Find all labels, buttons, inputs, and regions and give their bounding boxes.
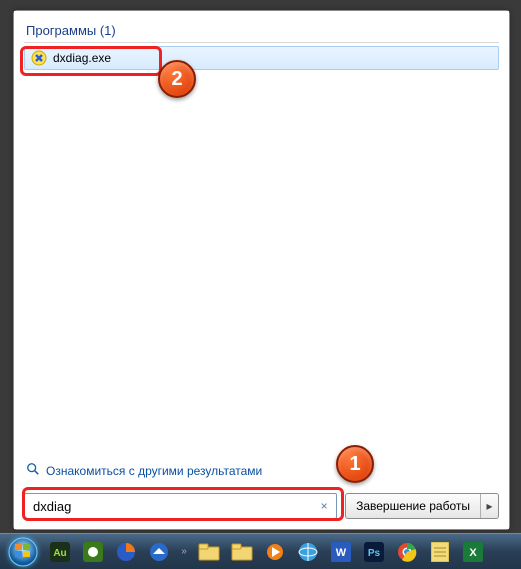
search-box[interactable]: × <box>24 493 337 519</box>
annotation-badge-2: 2 <box>158 60 196 98</box>
taskbar-explorer2-icon[interactable] <box>227 538 257 566</box>
dxdiag-icon <box>31 50 47 66</box>
taskbar-chrome-icon[interactable] <box>392 538 422 566</box>
more-results-link[interactable]: Ознакомиться с другими результатами <box>24 456 499 485</box>
taskbar-excel-icon[interactable]: X <box>458 538 488 566</box>
svg-text:Ps: Ps <box>368 548 381 559</box>
shutdown-button[interactable]: Завершение работы ▸ <box>345 493 499 519</box>
taskbar-notes-icon[interactable] <box>425 538 455 566</box>
bottom-bar: × Завершение работы ▸ <box>14 485 509 529</box>
results-panel: Программы (1) dxdiag.exe <box>14 11 509 456</box>
taskbar-firefox-icon[interactable] <box>111 538 141 566</box>
svg-text:Au: Au <box>53 548 66 559</box>
taskbar-thunderbird-icon[interactable] <box>144 538 174 566</box>
search-input[interactable] <box>33 499 312 514</box>
more-results-label: Ознакомиться с другими результатами <box>46 464 262 478</box>
result-item-label: dxdiag.exe <box>53 51 111 65</box>
taskbar-photoshop-icon[interactable]: Ps <box>359 538 389 566</box>
taskbar-overflow-chevron[interactable]: » <box>177 538 191 566</box>
taskbar-globe-icon[interactable] <box>293 538 323 566</box>
start-button[interactable] <box>4 535 42 569</box>
taskbar-audition-icon[interactable]: Au <box>45 538 75 566</box>
taskbar: Au » W Ps X <box>0 533 521 569</box>
clear-search-icon[interactable]: × <box>316 498 332 514</box>
section-header-programs: Программы (1) <box>24 19 499 43</box>
taskbar-camtasia-icon[interactable] <box>78 538 108 566</box>
taskbar-explorer-icon[interactable] <box>194 538 224 566</box>
svg-text:X: X <box>469 547 477 559</box>
taskbar-media-icon[interactable] <box>260 538 290 566</box>
shutdown-menu-arrow[interactable]: ▸ <box>480 494 498 518</box>
taskbar-word-icon[interactable]: W <box>326 538 356 566</box>
shutdown-label[interactable]: Завершение работы <box>346 499 480 513</box>
search-icon <box>26 462 40 479</box>
result-item-dxdiag[interactable]: dxdiag.exe <box>24 46 499 70</box>
annotation-badge-1: 1 <box>336 445 374 483</box>
svg-text:W: W <box>336 547 347 559</box>
start-menu-panel: Программы (1) dxdiag.exe Ознакомиться с … <box>13 10 510 530</box>
